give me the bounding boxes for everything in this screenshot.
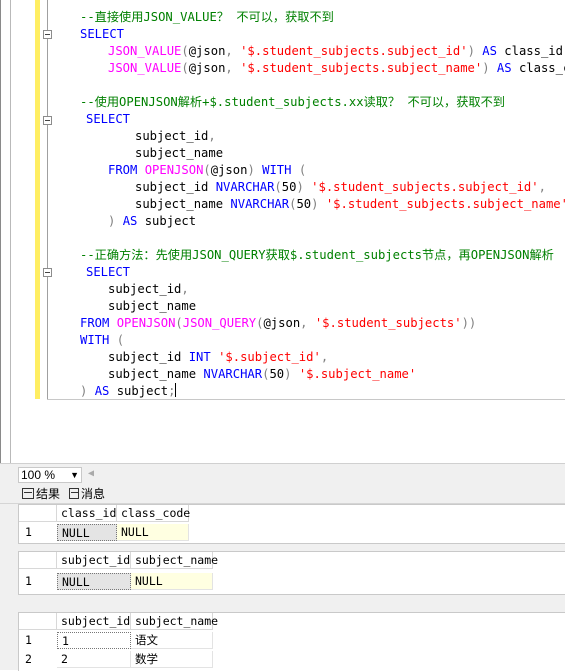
column-header[interactable]: class_code: [117, 505, 190, 522]
code-line-with-subject-name: subject_name NVARCHAR(50) '$.student_sub…: [135, 197, 565, 211]
tab-results[interactable]: 结果: [22, 486, 60, 502]
editor-status-bar: 100 % ▼ ◀: [0, 463, 565, 484]
code-line-comment-1: --直接使用JSON_VALUE？ 不可以，获取不到: [80, 10, 334, 24]
sql-editor[interactable]: --直接使用JSON_VALUE？ 不可以，获取不到 SELECT JSON_V…: [0, 0, 565, 463]
code-line-json-value-1: JSON_VALUE(@json, '$.student_subjects.su…: [108, 44, 565, 58]
grid-icon: [22, 488, 34, 499]
grid-cell[interactable]: NULL: [131, 573, 213, 590]
outline-line: [47, 0, 48, 400]
code-line-select-3: SELECT: [86, 265, 131, 279]
scroll-left-icon[interactable]: ◀: [88, 468, 98, 480]
column-header[interactable]: subject_name: [131, 552, 218, 569]
zoom-value: 100 %: [21, 468, 56, 482]
code-line-col-subject-name: subject_name: [135, 146, 224, 160]
grid-cell[interactable]: NULL: [57, 524, 117, 541]
code-line-as-subject-2: ) AS subject;: [80, 383, 177, 398]
results-pane: class_id class_code 1 NULL NULL subject_…: [0, 504, 565, 671]
row-number[interactable]: 1: [19, 573, 57, 590]
grid-cell[interactable]: NULL: [117, 524, 189, 541]
result-grid-3[interactable]: subject_id subject_name 1 1 语文 2 2 数学: [18, 612, 565, 671]
text-caret: [175, 383, 177, 397]
code-line-comment-2: --使用OPENJSON解析+$.student_subjects.xx读取？ …: [80, 95, 505, 109]
code-line-with-subject-id: subject_id NVARCHAR(50) '$.student_subje…: [135, 180, 546, 194]
code-line-col-subject-name-2: subject_name: [108, 299, 197, 313]
collapse-toggle-2[interactable]: [43, 116, 52, 125]
row-header-corner: [19, 505, 57, 522]
grid-cell[interactable]: 数学: [131, 651, 213, 668]
column-header[interactable]: subject_name: [131, 613, 218, 630]
chevron-down-icon[interactable]: ▼: [70, 468, 79, 482]
code-line-as-subject-1: ) AS subject: [108, 214, 197, 228]
grid-cell[interactable]: 语文: [131, 632, 213, 649]
code-line-comment-3: --正确方法：先使用JSON_QUERY获取$.student_subjects…: [80, 248, 554, 262]
grid-cell[interactable]: 1: [57, 632, 131, 649]
result-grid-2[interactable]: subject_id subject_name 1 NULL NULL: [18, 551, 565, 595]
row-number[interactable]: 1: [19, 632, 57, 649]
column-header[interactable]: class_id: [57, 505, 117, 522]
zoom-select[interactable]: 100 % ▼: [18, 467, 82, 483]
tab-messages-label: 消息: [81, 487, 106, 501]
code-line-col-subject-id: subject_id,: [135, 129, 216, 143]
tab-results-label: 结果: [36, 487, 61, 501]
code-line-with-subject-name-2: subject_name NVARCHAR(50) '$.subject_nam…: [108, 367, 417, 381]
code-line-select-1: SELECT: [80, 27, 125, 41]
grid-cell[interactable]: 2: [57, 651, 131, 668]
code-line-from-openjson-2: FROM OPENJSON(JSON_QUERY(@json, '$.stude…: [80, 316, 477, 330]
code-line-from-openjson-1: FROM OPENJSON(@json) WITH (: [108, 163, 307, 177]
results-tabbar: 结果 消息: [0, 484, 565, 504]
row-header-corner: [19, 613, 57, 630]
result-grid-1[interactable]: class_id class_code 1 NULL NULL: [18, 504, 565, 544]
editor-left-border: [0, 0, 1, 463]
collapse-toggle-1[interactable]: [43, 30, 52, 39]
code-line-with-subject-id-2: subject_id INT '$.subject_id',: [108, 350, 329, 364]
code-line-with-2: WITH (: [80, 333, 125, 347]
collapse-toggle-3[interactable]: [43, 268, 52, 277]
row-header-corner: [19, 552, 57, 569]
code-line-json-value-2: JSON_VALUE(@json, '$.student_subjects.su…: [108, 61, 565, 75]
code-line-col-subject-id-2: subject_id,: [108, 282, 189, 296]
tab-messages[interactable]: 消息: [69, 486, 105, 502]
column-header[interactable]: subject_id: [57, 552, 131, 569]
row-number[interactable]: 2: [19, 651, 57, 668]
editor-gutter-border: [10, 0, 11, 463]
change-marker-bar: [35, 0, 40, 399]
grid-cell[interactable]: NULL: [57, 573, 131, 590]
row-number[interactable]: 1: [19, 524, 57, 541]
column-header[interactable]: subject_id: [57, 613, 131, 630]
code-line-select-2: SELECT: [86, 112, 131, 126]
message-icon: [69, 488, 79, 499]
